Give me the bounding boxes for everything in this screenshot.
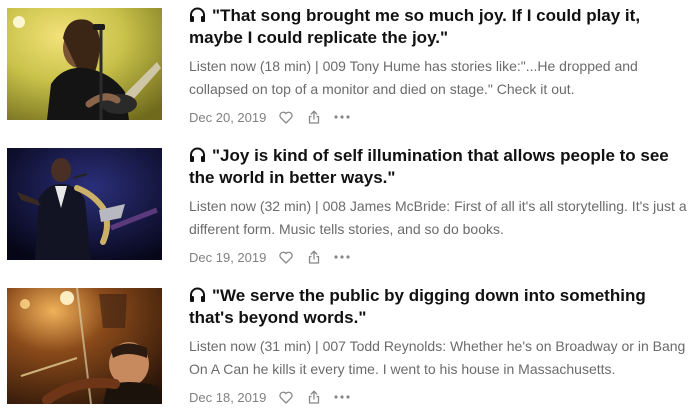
saxophonist-image xyxy=(7,148,162,260)
share-icon[interactable] xyxy=(306,389,322,405)
post-date: Dec 20, 2019 xyxy=(189,109,267,125)
post-content: "That song brought me so much joy. If I … xyxy=(189,5,689,126)
more-icon[interactable] xyxy=(334,249,350,265)
post-excerpt: Listen now (32 min) | 008 James McBride:… xyxy=(189,198,687,237)
post-title-link[interactable]: "That song brought me so much joy. If I … xyxy=(189,5,689,49)
post-date: Dec 19, 2019 xyxy=(189,249,267,265)
post-meta: Dec 18, 2019 xyxy=(189,388,689,406)
post-item: "Joy is kind of self illumination that a… xyxy=(0,140,694,265)
share-icon[interactable] xyxy=(306,249,322,265)
post-title: "That song brought me so much joy. If I … xyxy=(189,6,641,47)
more-icon[interactable] xyxy=(334,109,350,125)
post-content: "We serve the public by digging down int… xyxy=(189,285,689,406)
headphones-icon xyxy=(190,287,205,302)
heart-icon[interactable] xyxy=(278,389,294,405)
post-title-link[interactable]: "Joy is kind of self illumination that a… xyxy=(189,145,689,189)
post-date: Dec 18, 2019 xyxy=(189,389,267,405)
post-title-link[interactable]: "We serve the public by digging down int… xyxy=(189,285,689,329)
heart-icon[interactable] xyxy=(278,249,294,265)
headphones-icon xyxy=(190,147,205,162)
post-item: "That song brought me so much joy. If I … xyxy=(0,0,694,125)
post-title: "We serve the public by digging down int… xyxy=(189,286,646,327)
post-feed: "That song brought me so much joy. If I … xyxy=(0,0,694,408)
post-item: "We serve the public by digging down int… xyxy=(0,280,694,405)
post-thumbnail[interactable] xyxy=(7,148,162,260)
post-title: "Joy is kind of self illumination that a… xyxy=(189,146,669,187)
post-thumbnail[interactable] xyxy=(7,288,162,404)
post-thumbnail[interactable] xyxy=(7,8,162,120)
post-excerpt: Listen now (31 min) | 007 Todd Reynolds:… xyxy=(189,338,686,377)
post-meta: Dec 20, 2019 xyxy=(189,108,689,126)
share-icon[interactable] xyxy=(306,109,322,125)
post-excerpt: Listen now (18 min) | 009 Tony Hume has … xyxy=(189,58,638,97)
post-content: "Joy is kind of self illumination that a… xyxy=(189,145,689,266)
heart-icon[interactable] xyxy=(278,109,294,125)
post-meta: Dec 19, 2019 xyxy=(189,248,689,266)
guitarist-image xyxy=(7,8,162,120)
violinist-image xyxy=(7,288,162,404)
headphones-icon xyxy=(190,7,205,22)
more-icon[interactable] xyxy=(334,389,350,405)
